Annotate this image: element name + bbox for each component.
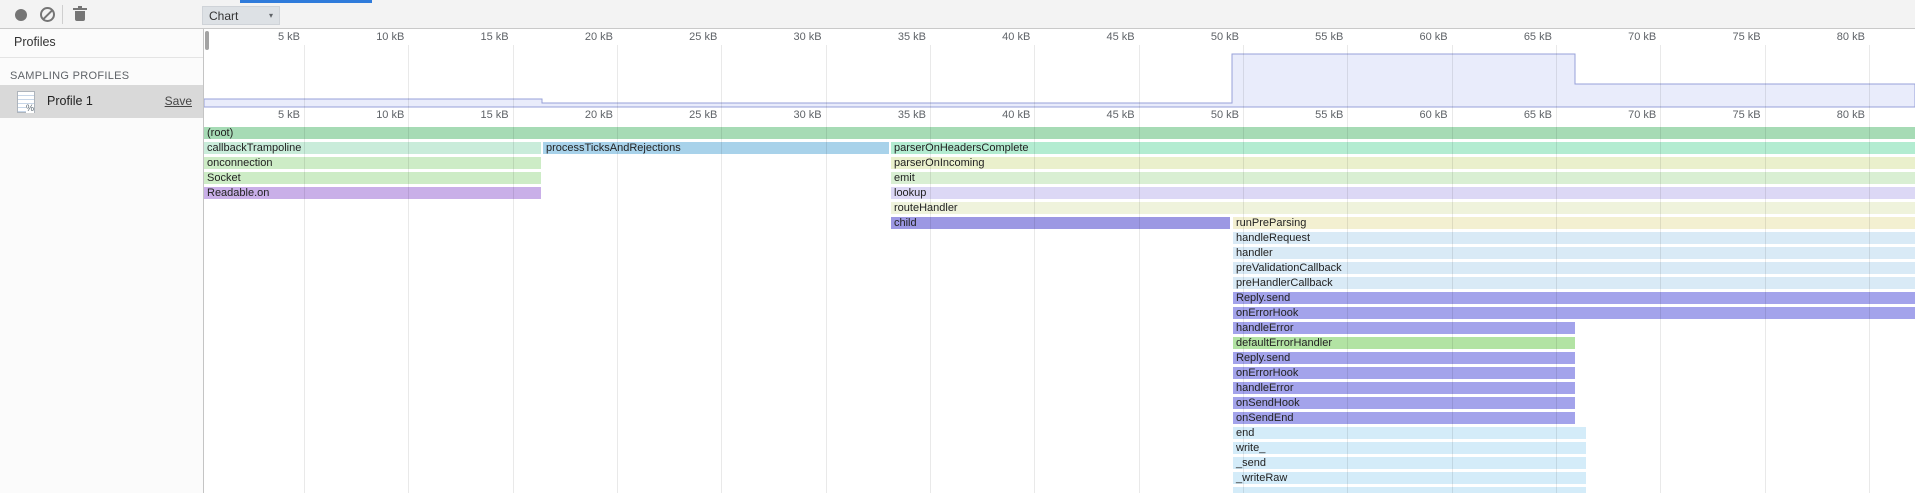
ruler-tick-label: 70 kB <box>1600 109 1656 121</box>
ruler-tick-label: 55 kB <box>1287 109 1343 121</box>
flame-bar-parserOnHeadersComplete[interactable]: parserOnHeadersComplete <box>891 142 1915 154</box>
active-tab-indicator <box>240 0 372 3</box>
ruler-tick-label: 75 kB <box>1705 109 1761 121</box>
flame-bar-Readable.on[interactable]: Readable.on <box>204 187 541 199</box>
gridline-10kb <box>408 45 409 493</box>
view-mode-select[interactable]: Chart ▾ <box>202 6 280 25</box>
flame-bar-onconnection[interactable]: onconnection <box>204 157 541 169</box>
clear-all-profiles-button[interactable] <box>34 0 60 29</box>
trash-icon <box>74 8 86 21</box>
flame-bar-runPreParsing[interactable]: runPreParsing <box>1233 217 1915 229</box>
ruler-tick-label: 20 kB <box>557 109 613 121</box>
ruler-tick-label: 30 kB <box>766 109 822 121</box>
flame-bar-defaultErrorHandler[interactable]: defaultErrorHandler <box>1233 337 1575 349</box>
flame-bar-handleError[interactable]: handleError <box>1233 382 1575 394</box>
flame-bar-handler[interactable]: handler <box>1233 247 1915 259</box>
ruler-tick-label: 50 kB <box>1183 109 1239 121</box>
gridline-15kb <box>513 45 514 493</box>
flame-bar-handleRequest[interactable]: handleRequest <box>1233 232 1915 244</box>
profiles-sidebar: Profiles SAMPLING PROFILES Profile 1 Sav… <box>0 29 204 493</box>
flame-bar-parserOnIncoming[interactable]: parserOnIncoming <box>891 157 1915 169</box>
profile-name: Profile 1 <box>47 94 93 108</box>
chevron-down-icon: ▾ <box>269 11 273 20</box>
flame-chart-pane: 5 kB 10 kB 15 kB 20 kB 25 kB 30 kB 35 kB 40 kB 4… <box>204 29 1915 493</box>
profiler-toolbar: Chart ▾ <box>0 0 1915 29</box>
view-mode-value: Chart <box>209 9 269 23</box>
gridline-25kb <box>721 45 722 493</box>
flame-bar-_send[interactable]: _send <box>1233 457 1586 469</box>
toolbar-divider <box>62 5 63 24</box>
sidebar-title: Profiles <box>14 35 56 49</box>
ruler-tick-label: 35 kB <box>870 109 926 121</box>
flame-bar-write_[interactable]: write_ <box>1233 442 1586 454</box>
flame-bar-lookup[interactable]: lookup <box>891 187 1915 199</box>
ruler-tick-label: 5 kB <box>244 109 300 121</box>
sidebar-divider <box>0 57 203 58</box>
flame-bar-onSendEnd[interactable]: onSendEnd <box>1233 412 1575 424</box>
clear-icon <box>40 7 55 22</box>
flame-bar-routeHandler[interactable]: routeHandler <box>891 202 1915 214</box>
flame-bar-handleError[interactable]: handleError <box>1233 322 1575 334</box>
ruler-tick-label: 40 kB <box>974 109 1030 121</box>
flame-bar-Reply.send[interactable]: Reply.send <box>1233 292 1915 304</box>
ruler-tick-label: 80 kB <box>1809 109 1865 121</box>
sidebar-item-profile-1[interactable]: Profile 1 Save <box>0 85 203 118</box>
flame-bar-onErrorHook[interactable]: onErrorHook <box>1233 307 1915 319</box>
overview-silhouette <box>204 54 1915 107</box>
flame-bar-processTicksAndRejections[interactable]: processTicksAndRejections <box>543 142 889 154</box>
flame-bar-(root)[interactable]: (root) <box>204 127 1915 139</box>
flame-bar-child[interactable]: child <box>891 217 1230 229</box>
gridline-5kb <box>304 45 305 493</box>
flame-bar-Socket[interactable]: Socket <box>204 172 541 184</box>
gridline-45kb <box>1139 45 1140 493</box>
ruler-tick-label: 45 kB <box>1079 109 1135 121</box>
sampling-profiles-heading: SAMPLING PROFILES <box>10 70 129 82</box>
vertical-scrollbar-thumb[interactable] <box>205 31 209 50</box>
delete-profile-button[interactable] <box>67 0 93 29</box>
flame-bar-_writeRaw[interactable]: _writeRaw <box>1233 472 1586 484</box>
ruler-tick-label: 25 kB <box>661 109 717 121</box>
profile-document-icon <box>17 91 35 113</box>
flame-bar-Reply.send[interactable]: Reply.send <box>1233 352 1575 364</box>
ruler-tick-label: 65 kB <box>1496 109 1552 121</box>
flame-bar-onSendHook[interactable]: onSendHook <box>1233 397 1575 409</box>
record-button[interactable] <box>8 0 34 29</box>
save-profile-link[interactable]: Save <box>165 94 192 108</box>
gridline-30kb <box>826 45 827 493</box>
flame-bar-preHandlerCallback[interactable]: preHandlerCallback <box>1233 277 1915 289</box>
memory-overview-area[interactable] <box>204 30 1915 110</box>
ruler-tick-label: 15 kB <box>453 109 509 121</box>
gridline-20kb <box>617 45 618 493</box>
gridline-35kb <box>930 45 931 493</box>
flame-bar-preValidationCallback[interactable]: preValidationCallback <box>1233 262 1915 274</box>
flame-bar-end[interactable]: end <box>1233 427 1586 439</box>
ruler-tick-label: 10 kB <box>348 109 404 121</box>
memory-profiler-panel: Chart ▾ Profiles SAMPLING PROFILES Profi… <box>0 0 1915 493</box>
record-icon <box>15 9 27 21</box>
flame-bar-onErrorHook[interactable]: onErrorHook <box>1233 367 1575 379</box>
flame-bar-callbackTrampoline[interactable]: callbackTrampoline <box>204 142 541 154</box>
ruler-tick-label: 60 kB <box>1392 109 1448 121</box>
gridline-40kb <box>1034 45 1035 493</box>
flame-bar-emit[interactable]: emit <box>891 172 1915 184</box>
flame-bar[interactable] <box>1233 487 1586 493</box>
